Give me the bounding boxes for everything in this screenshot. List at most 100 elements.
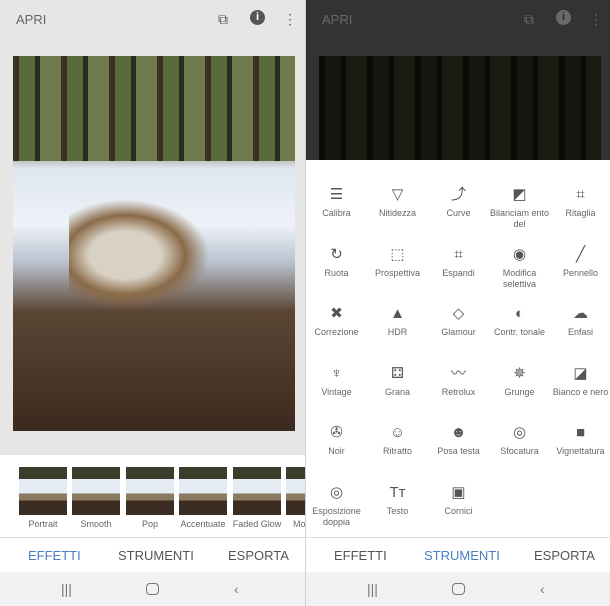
tool-grain[interactable]: ⚃ Grana xyxy=(367,364,428,398)
selective-icon: ◉ xyxy=(512,245,527,263)
tool-label: Prospettiva xyxy=(374,267,421,278)
tool-label: Noir xyxy=(328,446,345,456)
drama-icon: ☁ xyxy=(573,305,588,322)
tool-expand[interactable]: ⌗ Espandi xyxy=(428,245,489,279)
home-icon[interactable] xyxy=(146,583,159,595)
tool-mountains[interactable]: ▲ HDR xyxy=(367,304,428,338)
tool-frame[interactable]: ▣ Cornici xyxy=(428,483,489,517)
tool-label: Esposizione doppia xyxy=(312,505,361,527)
tool-white-balance[interactable]: ◩ Bilanciam ento del xyxy=(489,185,550,230)
tool-triangle[interactable]: ▽ Nitidezza xyxy=(367,185,428,219)
recents-icon[interactable]: ||| xyxy=(367,581,378,597)
filter-thumb[interactable] xyxy=(179,467,227,515)
top-bar: APRI ⧉ i ⋮ xyxy=(0,0,305,38)
layers-icon[interactable]: ⧉ xyxy=(520,10,538,28)
tool-brush[interactable]: ╱ Pennello xyxy=(550,245,610,279)
info-icon[interactable]: i xyxy=(250,10,265,25)
tool-label: Contr. tonale xyxy=(493,327,546,337)
photo-trees xyxy=(13,56,295,161)
filter-thumb[interactable] xyxy=(233,467,281,515)
tool-face[interactable]: ☺ Ritratto xyxy=(367,423,428,457)
tool-label: Vignettatura xyxy=(556,446,605,456)
back-icon[interactable]: ‹ xyxy=(540,581,545,597)
filter-label: Faded Glow xyxy=(232,519,282,529)
tool-label: Bianco e nero xyxy=(552,386,609,397)
tool-head-pose[interactable]: ☻ Posa testa xyxy=(428,423,489,457)
tab-effetti[interactable]: EFFETTI xyxy=(28,548,81,563)
top-bar: APRI ⧉ i ⋮ xyxy=(306,0,610,38)
filter-thumb[interactable] xyxy=(19,467,67,515)
tool-film-reel[interactable]: ✇ Noir xyxy=(306,423,367,457)
text-icon: Tт xyxy=(389,483,406,501)
lamp-icon: ♆ xyxy=(330,364,343,382)
tab-esporta[interactable]: ESPORTA xyxy=(228,548,289,563)
open-button[interactable]: APRI xyxy=(322,12,352,27)
tonal-icon: ◐ xyxy=(514,305,525,322)
tool-rotate[interactable]: ↻ Ruota xyxy=(306,245,367,279)
perspective-icon: ⬚ xyxy=(390,245,405,263)
tool-label: Ritratto xyxy=(382,446,412,456)
expand-icon: ⌗ xyxy=(454,245,463,263)
tool-diamond[interactable]: ◇ Glamour xyxy=(428,304,489,338)
tool-label: Curve xyxy=(446,208,471,218)
tool-label: Ruota xyxy=(324,267,349,278)
tool-label: Testo xyxy=(386,505,409,516)
system-nav-bar: ||| ‹ xyxy=(0,572,305,606)
tool-drama[interactable]: ☁ Enfasi xyxy=(550,304,610,338)
tool-label: Sfocatura xyxy=(500,446,539,456)
filter-label: Portrait xyxy=(28,519,58,529)
head-pose-icon: ☻ xyxy=(450,424,467,441)
crop-icon: ⌗ xyxy=(576,186,585,203)
grain-icon: ⚃ xyxy=(390,364,405,382)
grunge-icon: ✵ xyxy=(513,364,526,382)
tool-label: Retrolux xyxy=(441,386,476,397)
filter-thumb[interactable] xyxy=(72,467,120,515)
system-nav-bar: ||| ‹ xyxy=(306,572,610,606)
tool-crop[interactable]: ⌗ Ritaglia xyxy=(550,185,610,219)
bottom-tabs: EFFETTI STRUMENTI ESPORTA xyxy=(0,537,305,572)
filter-label: Accentuate xyxy=(180,519,226,529)
tab-strumenti[interactable]: STRUMENTI xyxy=(118,548,194,563)
open-button[interactable]: APRI xyxy=(16,12,46,27)
frame-icon: ▣ xyxy=(451,483,466,501)
face-icon: ☺ xyxy=(389,424,406,441)
tool-label: Espandi xyxy=(442,267,475,278)
tab-effetti[interactable]: EFFETTI xyxy=(334,548,387,563)
tool-selective[interactable]: ◉ Modifica selettiva xyxy=(489,245,550,290)
tool-label: Posa testa xyxy=(437,446,480,456)
tab-esporta[interactable]: ESPORTA xyxy=(534,548,595,563)
tools-grid: ☰ Calibra ▽ Nitidezza ⤴ Curve ◩ Bilanciam ento … xyxy=(306,160,610,537)
tool-label: Grana xyxy=(384,386,410,397)
tool-curve[interactable]: ⤴ Curve xyxy=(428,185,489,219)
tool-double-exposure[interactable]: ◎ Esposizione doppia xyxy=(306,483,367,528)
info-icon[interactable]: i xyxy=(556,10,571,25)
filter-thumb[interactable] xyxy=(286,467,305,515)
tool-blur[interactable]: ◎ Sfocatura xyxy=(489,423,550,457)
tool-vignette[interactable]: ■ Vignettatura xyxy=(550,423,610,457)
tab-strumenti[interactable]: STRUMENTI xyxy=(424,548,500,563)
tool-mustache[interactable]: 〰 Retrolux xyxy=(428,364,489,398)
back-icon[interactable]: ‹ xyxy=(234,581,239,597)
more-vert-icon[interactable]: ⋮ xyxy=(281,10,299,28)
tool-lamp[interactable]: ♆ Vintage xyxy=(306,364,367,398)
layers-icon[interactable]: ⧉ xyxy=(214,10,232,28)
recents-icon[interactable]: ||| xyxy=(61,581,72,597)
tool-tonal[interactable]: ◐ Contr. tonale xyxy=(489,304,550,338)
tools-screen: APRI ⧉ i ⋮ ☰ Calibra ▽ Nitidezza ⤴ Curve ◩ Bila… xyxy=(305,0,610,606)
more-vert-icon[interactable]: ⋮ xyxy=(587,10,605,28)
white-balance-icon: ◩ xyxy=(512,186,527,203)
tool-tune[interactable]: ☰ Calibra xyxy=(306,185,367,219)
tool-label: Ritaglia xyxy=(565,208,596,218)
tool-label: Grunge xyxy=(504,386,535,397)
home-icon[interactable] xyxy=(452,583,465,595)
tool-text[interactable]: Tт Testo xyxy=(367,483,428,517)
tool-healing[interactable]: ✖ Correzione xyxy=(306,304,367,338)
tool-label: HDR xyxy=(387,327,408,337)
filter-thumb[interactable] xyxy=(126,467,174,515)
diamond-icon: ◇ xyxy=(452,305,465,322)
tool-grunge[interactable]: ✵ Grunge xyxy=(489,364,550,398)
vignette-icon: ■ xyxy=(575,424,586,441)
tool-bw[interactable]: ◪ Bianco e nero xyxy=(550,364,610,398)
blur-icon: ◎ xyxy=(512,424,527,441)
tool-perspective[interactable]: ⬚ Prospettiva xyxy=(367,245,428,279)
